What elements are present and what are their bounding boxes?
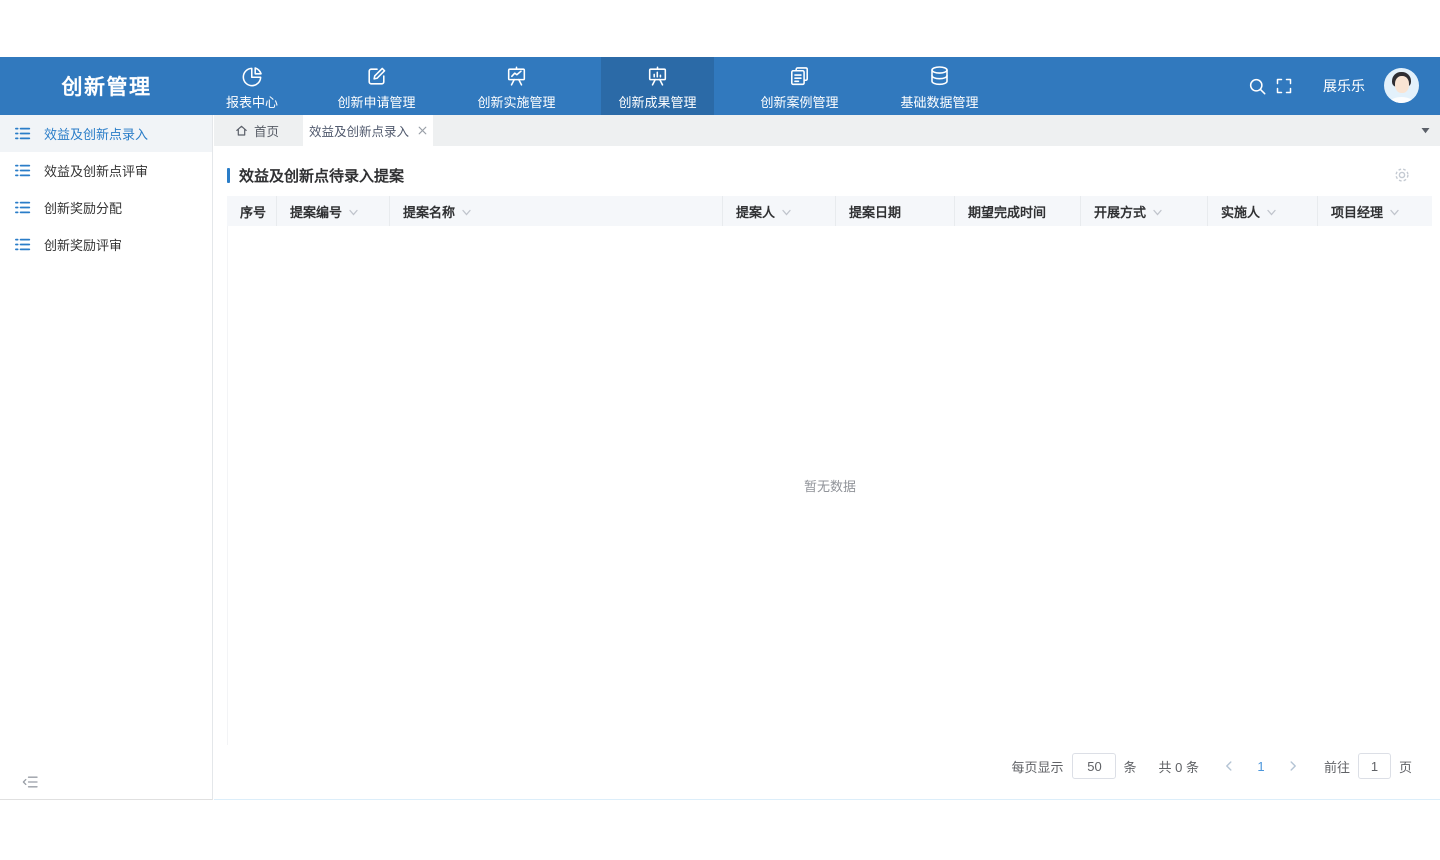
page-title: 效益及创新点待录入提案	[239, 165, 404, 186]
search-icon[interactable]	[1248, 77, 1267, 96]
menu-list-icon	[14, 162, 31, 179]
column-header-proposal-name[interactable]: 提案名称	[390, 196, 723, 226]
tab-label: 效益及创新点录入	[309, 121, 409, 140]
chevron-down-icon	[461, 207, 472, 218]
goto-page-input[interactable]	[1358, 753, 1391, 779]
presentation-line-chart-icon	[504, 63, 529, 89]
page-unit-label: 页	[1399, 757, 1412, 776]
main-content: 效益及创新点待录入提案 序号 提案编号 提案名称	[214, 146, 1440, 800]
sidebar-item-label: 创新奖励评审	[44, 235, 122, 254]
per-page-label: 每页显示	[1011, 757, 1063, 776]
current-username[interactable]: 展乐乐	[1323, 57, 1365, 115]
chevron-down-icon	[1152, 207, 1163, 218]
pie-chart-icon	[240, 63, 265, 89]
tab-home-label: 首页	[254, 121, 279, 140]
sidebar-item-label: 效益及创新点评审	[44, 161, 148, 180]
per-page-input[interactable]	[1072, 753, 1116, 779]
menu-list-icon	[14, 125, 31, 142]
nav-label: 创新实施管理	[477, 92, 555, 111]
column-label: 提案人	[736, 202, 775, 221]
chevron-down-icon	[1389, 207, 1400, 218]
goto-label: 前往	[1324, 757, 1350, 776]
documents-icon	[787, 63, 812, 89]
avatar-body	[1389, 97, 1414, 103]
column-label: 提案名称	[403, 202, 455, 221]
close-icon[interactable]	[418, 126, 427, 135]
app-logo: 创新管理	[0, 57, 213, 115]
database-icon	[927, 63, 952, 89]
column-header-expected-completion: 期望完成时间	[955, 196, 1081, 226]
chevron-down-icon	[781, 207, 792, 218]
nav-label: 基础数据管理	[900, 92, 978, 111]
tab-list-dropdown-icon[interactable]	[1420, 126, 1431, 135]
nav-innovation-cases[interactable]: 创新案例管理	[743, 57, 856, 115]
nav-basic-data[interactable]: 基础数据管理	[883, 57, 996, 115]
title-row: 效益及创新点待录入提案	[227, 162, 1427, 188]
nav-report-center[interactable]: 报表中心	[202, 57, 302, 115]
tab-home[interactable]: 首页	[235, 115, 279, 146]
app-header: 创新管理 报表中心 创新申请管理 创新实施管理	[0, 57, 1440, 115]
current-page-number[interactable]: 1	[1244, 759, 1278, 774]
nav-innovation-achievements[interactable]: 创新成果管理	[601, 57, 714, 115]
column-label: 提案日期	[849, 202, 901, 221]
column-label: 期望完成时间	[968, 202, 1046, 221]
column-header-proposer[interactable]: 提案人	[723, 196, 836, 226]
menu-list-icon	[14, 199, 31, 216]
sidebar: 效益及创新点录入 效益及创新点评审 创新奖励分配 创新奖励评审	[0, 115, 213, 800]
nav-label: 创新案例管理	[760, 92, 838, 111]
sidebar-item-reward-allocation[interactable]: 创新奖励分配	[0, 189, 212, 226]
column-label: 项目经理	[1331, 202, 1383, 221]
nav-label: 创新申请管理	[337, 92, 415, 111]
column-label: 实施人	[1221, 202, 1260, 221]
sidebar-item-benefit-review[interactable]: 效益及创新点评审	[0, 152, 212, 189]
sidebar-item-label: 效益及创新点录入	[44, 124, 148, 143]
presentation-bar-chart-icon	[645, 63, 670, 89]
tab-strip: 首页 效益及创新点录入	[214, 115, 1440, 146]
sidebar-item-label: 创新奖励分配	[44, 198, 122, 217]
column-header-project-manager[interactable]: 项目经理	[1318, 196, 1432, 226]
column-label: 提案编号	[290, 202, 342, 221]
column-header-proposal-date: 提案日期	[836, 196, 955, 226]
gear-icon[interactable]	[1393, 166, 1411, 184]
tab-active-benefit-entry[interactable]: 效益及创新点录入	[303, 115, 433, 146]
fullscreen-icon[interactable]	[1276, 78, 1292, 94]
empty-state-text: 暂无数据	[804, 476, 856, 495]
table-body: 暂无数据	[227, 226, 1432, 745]
column-header-proposal-no[interactable]: 提案编号	[277, 196, 390, 226]
next-page-icon[interactable]	[1278, 752, 1308, 780]
nav-innovation-application[interactable]: 创新申请管理	[320, 57, 433, 115]
chevron-down-icon	[348, 207, 359, 218]
edit-icon	[364, 63, 389, 89]
column-label: 开展方式	[1094, 202, 1146, 221]
avatar-face	[1395, 76, 1409, 93]
prev-page-icon[interactable]	[1214, 752, 1244, 780]
nav-label: 创新成果管理	[618, 92, 696, 111]
nav-label: 报表中心	[226, 92, 278, 111]
home-icon	[235, 124, 248, 137]
table-header-row: 序号 提案编号 提案名称 提案人 提案日期	[227, 196, 1432, 226]
sidebar-item-reward-review[interactable]: 创新奖励评审	[0, 226, 212, 263]
per-page-unit: 条	[1123, 757, 1136, 776]
menu-list-icon	[14, 236, 31, 253]
total-count: 共 0 条	[1159, 757, 1199, 776]
title-accent-bar	[227, 168, 230, 183]
nav-innovation-implementation[interactable]: 创新实施管理	[460, 57, 573, 115]
sidebar-collapse-icon[interactable]	[21, 773, 39, 791]
chevron-down-icon	[1266, 207, 1277, 218]
column-label: 序号	[240, 202, 266, 221]
sidebar-item-benefit-entry[interactable]: 效益及创新点录入	[0, 115, 212, 152]
column-header-development-method[interactable]: 开展方式	[1081, 196, 1208, 226]
proposals-table: 序号 提案编号 提案名称 提案人 提案日期	[227, 196, 1432, 745]
pagination: 每页显示 条 共 0 条 1 前往 页	[1011, 752, 1412, 780]
column-header-index: 序号	[227, 196, 277, 226]
column-header-implementer[interactable]: 实施人	[1208, 196, 1318, 226]
avatar[interactable]	[1384, 68, 1419, 103]
